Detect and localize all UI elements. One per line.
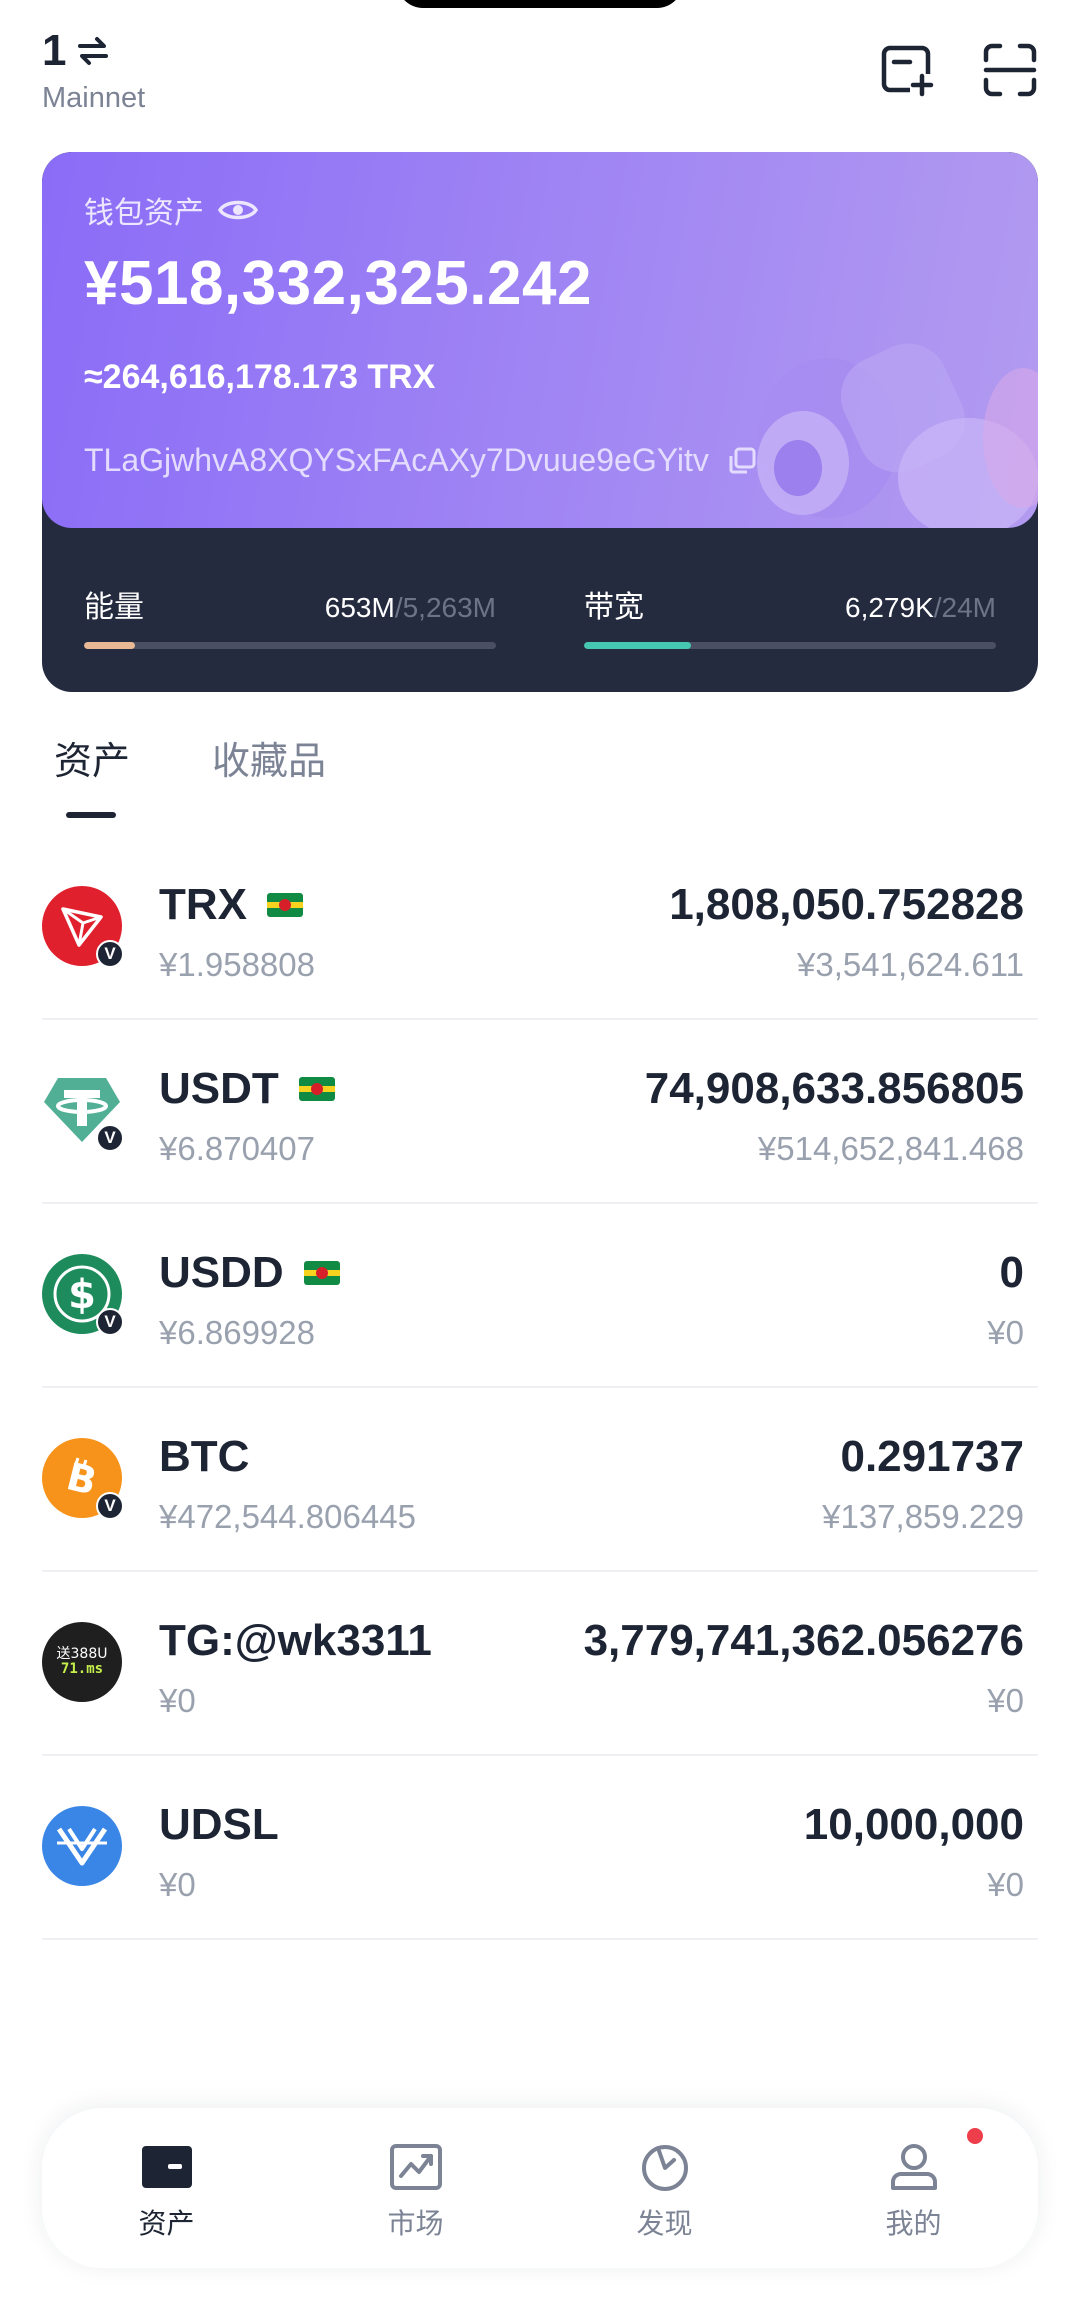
asset-price: ¥0	[159, 1866, 196, 1903]
nav-mine[interactable]: 我的	[789, 2108, 1038, 2268]
nav-market[interactable]: 市场	[291, 2108, 540, 2268]
tab-collectibles[interactable]: 收藏品	[200, 730, 338, 785]
svg-text:B: B	[62, 1454, 101, 1504]
asset-amount: 0.291737	[840, 1432, 1024, 1481]
tab-assets[interactable]: 资产	[42, 730, 142, 785]
user-icon	[890, 2144, 937, 2190]
total-balance: ¥518,332,325.242	[84, 249, 592, 318]
asset-amount: 3,779,741,362.056276	[583, 1616, 1024, 1665]
asset-name: TRX	[159, 880, 247, 929]
asset-amount: 10,000,000	[803, 1800, 1024, 1849]
verified-badge-icon: V	[96, 1492, 124, 1520]
nav-assets[interactable]: 资产	[42, 2108, 291, 2268]
asset-price: ¥472,544.806445	[159, 1498, 416, 1535]
asset-price: ¥6.869928	[159, 1314, 315, 1351]
bottom-nav: 资产 市场 发现 我的	[42, 2108, 1038, 2268]
flag-icon	[298, 1077, 335, 1101]
verified-badge-icon: V	[96, 1124, 124, 1152]
nav-market-label: 市场	[387, 2208, 444, 2239]
eye-icon[interactable]	[218, 196, 258, 224]
energy-progress-track	[84, 642, 496, 649]
asset-name: USDT	[159, 1064, 279, 1113]
asset-tabs: 资产 收藏品	[42, 730, 338, 785]
nav-assets-label: 资产	[138, 2208, 195, 2239]
asset-value: ¥3,541,624.611	[797, 946, 1024, 983]
energy-resource[interactable]: 能量 653M/5,263M	[84, 582, 496, 649]
udsl-logo-icon	[42, 1806, 122, 1886]
asset-price: ¥0	[159, 1682, 196, 1719]
verified-badge-icon: V	[96, 940, 124, 968]
asset-value: ¥0	[987, 1314, 1024, 1351]
asset-row-btc[interactable]: B V BTC ¥472,544.806445 0.291737 ¥137,85…	[42, 1388, 1038, 1572]
asset-amount: 1,808,050.752828	[669, 880, 1024, 929]
flag-icon	[303, 1261, 340, 1285]
svg-text:$: $	[68, 1272, 96, 1318]
energy-label: 能量	[84, 591, 144, 624]
asset-row-tg-token[interactable]: 送388U 71.ms TG:@wk3311 ¥0 3,779,741,362.…	[42, 1572, 1038, 1756]
flag-icon	[267, 893, 303, 917]
asset-name: USDD	[159, 1248, 284, 1297]
energy-progress-fill	[84, 642, 136, 649]
asset-name: UDSL	[159, 1800, 279, 1849]
tg-logo-line-2: 71.ms	[60, 1661, 104, 1677]
verified-badge-icon: V	[96, 1308, 124, 1336]
wallet-card-balance: 钱包资产 ¥518,332,325.242 ≈264,616,178.173 T…	[42, 152, 1038, 528]
bandwidth-resource[interactable]: 带宽 6,279K/24M	[584, 582, 996, 649]
asset-amount: 74,908,633.856805	[644, 1064, 1024, 1113]
nav-mine-label: 我的	[885, 2208, 942, 2239]
bandwidth-used: 6,279K	[845, 592, 934, 623]
bandwidth-progress-track	[584, 642, 996, 649]
notification-dot	[967, 2128, 983, 2144]
asset-value: ¥0	[987, 1866, 1024, 1903]
nav-discover-label: 发现	[636, 2208, 693, 2239]
asset-row-usdt[interactable]: V USDT ¥6.870407 74,908,633.856805 ¥514,…	[42, 1020, 1038, 1204]
asset-name: BTC	[159, 1432, 250, 1481]
energy-total: /5,263M	[394, 592, 496, 623]
asset-name: TG:@wk3311	[159, 1616, 432, 1665]
asset-value: ¥137,859.229	[822, 1498, 1024, 1535]
wallet-icon	[141, 2146, 192, 2188]
energy-used: 653M	[324, 592, 395, 623]
asset-list: V TRX ¥1.958808 1,808,050.752828 ¥3,541,…	[42, 836, 1038, 1940]
asset-price: ¥6.870407	[159, 1130, 315, 1167]
active-tab-indicator	[66, 812, 116, 818]
discover-icon	[641, 2145, 688, 2191]
bandwidth-label: 带宽	[584, 591, 644, 624]
bandwidth-total: /24M	[933, 592, 996, 623]
wallet-address: TLaGjwhvA8XQYSxFAcAXy7Dvuue9eGYitv	[84, 442, 709, 478]
asset-price: ¥1.958808	[159, 946, 315, 983]
network-label: Mainnet	[42, 82, 146, 114]
tg-token-logo-icon: 送388U 71.ms	[42, 1622, 122, 1702]
asset-amount: 0	[999, 1248, 1024, 1297]
wallet-assets-label: 钱包资产	[84, 197, 204, 230]
chart-icon	[389, 2144, 442, 2190]
scan-icon[interactable]	[982, 42, 1038, 98]
wallet-card[interactable]: 钱包资产 ¥518,332,325.242 ≈264,616,178.173 T…	[42, 152, 1038, 692]
add-token-icon[interactable]	[880, 42, 936, 98]
switch-arrows-icon	[78, 37, 109, 65]
asset-row-udsl[interactable]: UDSL ¥0 10,000,000 ¥0	[42, 1756, 1038, 1940]
asset-row-usdd[interactable]: $ V USDD ¥6.869928 0 ¥0	[42, 1204, 1038, 1388]
asset-row-trx[interactable]: V TRX ¥1.958808 1,808,050.752828 ¥3,541,…	[42, 836, 1038, 1020]
trx-equivalent: ≈264,616,178.173 TRX	[84, 358, 436, 396]
wallet-number: 1	[42, 26, 67, 75]
card-decoration	[757, 343, 1038, 528]
nav-discover[interactable]: 发现	[540, 2108, 789, 2268]
tg-logo-line-1: 送388U	[56, 1645, 108, 1662]
wallet-selector[interactable]: 1 Mainnet	[42, 26, 145, 115]
asset-value: ¥0	[987, 1682, 1024, 1719]
bandwidth-progress-fill	[584, 642, 692, 649]
top-bar: 1 Mainnet	[0, 0, 1080, 140]
copy-icon[interactable]	[727, 446, 757, 476]
asset-value: ¥514,652,841.468	[757, 1130, 1024, 1167]
